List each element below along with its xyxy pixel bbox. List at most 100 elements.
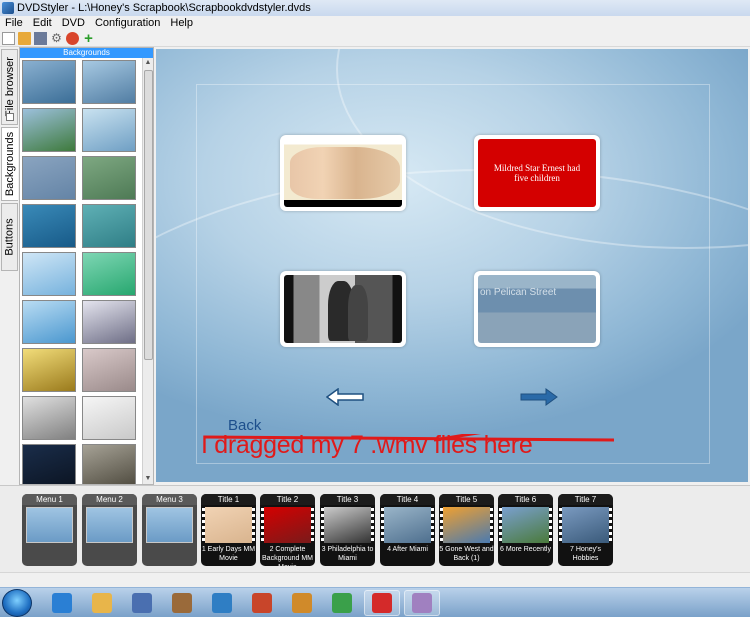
- save-icon[interactable]: [34, 31, 47, 45]
- tab-buttons-label: Buttons: [3, 218, 16, 256]
- taskbar-button[interactable]: [124, 590, 160, 616]
- menu-edit[interactable]: Edit: [28, 17, 57, 29]
- menu-configuration[interactable]: Configuration: [90, 17, 165, 29]
- title-item-thumbnail: [443, 507, 490, 543]
- next-arrow-icon[interactable]: [520, 388, 558, 406]
- titleset-strip: Menu 1 Menu 2 Menu 3 Title 1 1 Early Days MM…: [0, 485, 750, 572]
- taskbar-button[interactable]: [164, 590, 200, 616]
- menu-bar: File Edit DVD Configuration Help: [0, 16, 750, 30]
- menu-item[interactable]: Menu 1: [22, 494, 77, 566]
- tab-buttons[interactable]: Buttons: [1, 203, 18, 271]
- title-item-thumbnail: [384, 507, 431, 543]
- taskbar-button[interactable]: [84, 590, 120, 616]
- background-thumbnail[interactable]: [22, 300, 76, 344]
- background-thumbnail[interactable]: [22, 60, 76, 104]
- previous-arrow-icon[interactable]: [326, 388, 364, 406]
- menu-item[interactable]: Menu 2: [82, 494, 137, 566]
- annotation-text: I dragged my 7 .wmv files here: [201, 431, 533, 459]
- film-sprocket: [609, 508, 612, 542]
- taskbar-button[interactable]: [44, 590, 80, 616]
- title-item[interactable]: Title 3 3 Philadelphia to Miami: [320, 494, 375, 566]
- title-item[interactable]: Title 7 7 Honey's Hobbies: [558, 494, 613, 566]
- taskbar-button[interactable]: [284, 590, 320, 616]
- menu-button-red[interactable]: Mildred Star Ernest had five children: [474, 135, 600, 211]
- taskbar-button[interactable]: [324, 590, 360, 616]
- background-thumbnail[interactable]: [22, 396, 76, 440]
- background-thumbnail[interactable]: [22, 108, 76, 152]
- menu-button-map[interactable]: [280, 135, 406, 211]
- dvdstyler-window: DVDStyler - L:\Honey's Scrapbook\Scrapbo…: [0, 0, 750, 617]
- menu-item-thumbnail: [146, 507, 193, 543]
- menu-button-aerial[interactable]: on Pelican Street: [474, 271, 600, 347]
- title-item[interactable]: Title 2 2 Complete Background MM Movie: [260, 494, 315, 566]
- taskbar-button[interactable]: [364, 590, 400, 616]
- film-sprocket: [549, 508, 552, 542]
- background-thumbnail[interactable]: [22, 204, 76, 248]
- background-thumbnail[interactable]: [82, 60, 136, 104]
- taskbar-button[interactable]: [204, 590, 240, 616]
- panel-scrollbar[interactable]: ▲ ▼: [142, 58, 153, 484]
- title-item[interactable]: Title 4 4 After Miami: [380, 494, 435, 566]
- title-item-caption: 3 Philadelphia to Miami: [321, 546, 374, 562]
- background-thumbnail[interactable]: [82, 444, 136, 484]
- background-thumbnail[interactable]: [22, 252, 76, 296]
- title-item-thumbnail: [502, 507, 549, 543]
- menu-item-label: Menu 2: [82, 494, 137, 505]
- menu-file[interactable]: File: [0, 17, 28, 29]
- tab-file-browser-label: File browser: [3, 57, 16, 117]
- paint-icon: [132, 593, 152, 613]
- settings-icon[interactable]: ⚙: [50, 32, 63, 45]
- scroll-thumb[interactable]: [144, 70, 153, 360]
- menu-item[interactable]: Menu 3: [142, 494, 197, 566]
- menu-canvas[interactable]: Mildred Star Ernest had five children on…: [156, 49, 748, 482]
- menu-dvd[interactable]: DVD: [57, 17, 90, 29]
- button-caption: Mildred Star Ernest had five children: [493, 163, 581, 183]
- menu-button-photo[interactable]: [280, 271, 406, 347]
- scroll-down-icon[interactable]: ▼: [143, 474, 153, 484]
- menu-editor: Mildred Star Ernest had five children on…: [154, 47, 750, 485]
- background-thumbnail[interactable]: [82, 348, 136, 392]
- background-thumbnail[interactable]: [82, 156, 136, 200]
- taskbar-button[interactable]: [244, 590, 280, 616]
- menu-help[interactable]: Help: [165, 17, 198, 29]
- background-thumbnail[interactable]: [82, 300, 136, 344]
- tab-backgrounds[interactable]: Backgrounds: [1, 127, 18, 201]
- add-icon[interactable]: +: [82, 31, 95, 46]
- messenger-icon: [332, 593, 352, 613]
- burn-icon[interactable]: [66, 31, 79, 45]
- title-item-label: Title 6: [498, 494, 553, 505]
- title-item[interactable]: Title 6 6 More Recently: [498, 494, 553, 566]
- background-thumbnail[interactable]: [22, 348, 76, 392]
- background-thumbnail[interactable]: [22, 156, 76, 200]
- backgrounds-panel: Backgrounds ▲ ▼: [19, 47, 154, 485]
- button-thumbnail: [284, 139, 402, 207]
- title-item[interactable]: Title 1 1 Early Days MM Movie: [201, 494, 256, 566]
- windows-taskbar: [0, 587, 750, 617]
- menu-item-label: Menu 1: [22, 494, 77, 505]
- title-item-thumbnail: [264, 507, 311, 543]
- background-thumbnails: [22, 60, 140, 484]
- film-sprocket: [311, 508, 314, 542]
- background-thumbnail[interactable]: [82, 252, 136, 296]
- taskbar-button[interactable]: [404, 590, 440, 616]
- title-item[interactable]: Title 5 5 Gone West and Back (1): [439, 494, 494, 566]
- background-thumbnail[interactable]: [82, 108, 136, 152]
- film-sprocket: [490, 508, 493, 542]
- open-icon[interactable]: [18, 31, 31, 45]
- panel-header: Backgrounds: [20, 48, 153, 58]
- scroll-up-icon[interactable]: ▲: [143, 58, 153, 68]
- background-thumbnail[interactable]: [82, 204, 136, 248]
- title-item-label: Title 7: [558, 494, 613, 505]
- start-button[interactable]: [2, 589, 32, 617]
- tab-backgrounds-label: Backgrounds: [4, 131, 16, 197]
- title-item-label: Title 5: [439, 494, 494, 505]
- title-item-caption: 2 Complete Background MM Movie: [262, 546, 313, 566]
- film-icon: [292, 593, 312, 613]
- media-player-icon: [212, 593, 232, 613]
- background-thumbnail[interactable]: [82, 396, 136, 440]
- photo-gallery-icon: [172, 593, 192, 613]
- background-thumbnail[interactable]: [22, 444, 76, 484]
- tab-file-browser[interactable]: File browser: [1, 49, 18, 125]
- pdf-icon: [372, 593, 392, 613]
- new-icon[interactable]: [2, 31, 15, 45]
